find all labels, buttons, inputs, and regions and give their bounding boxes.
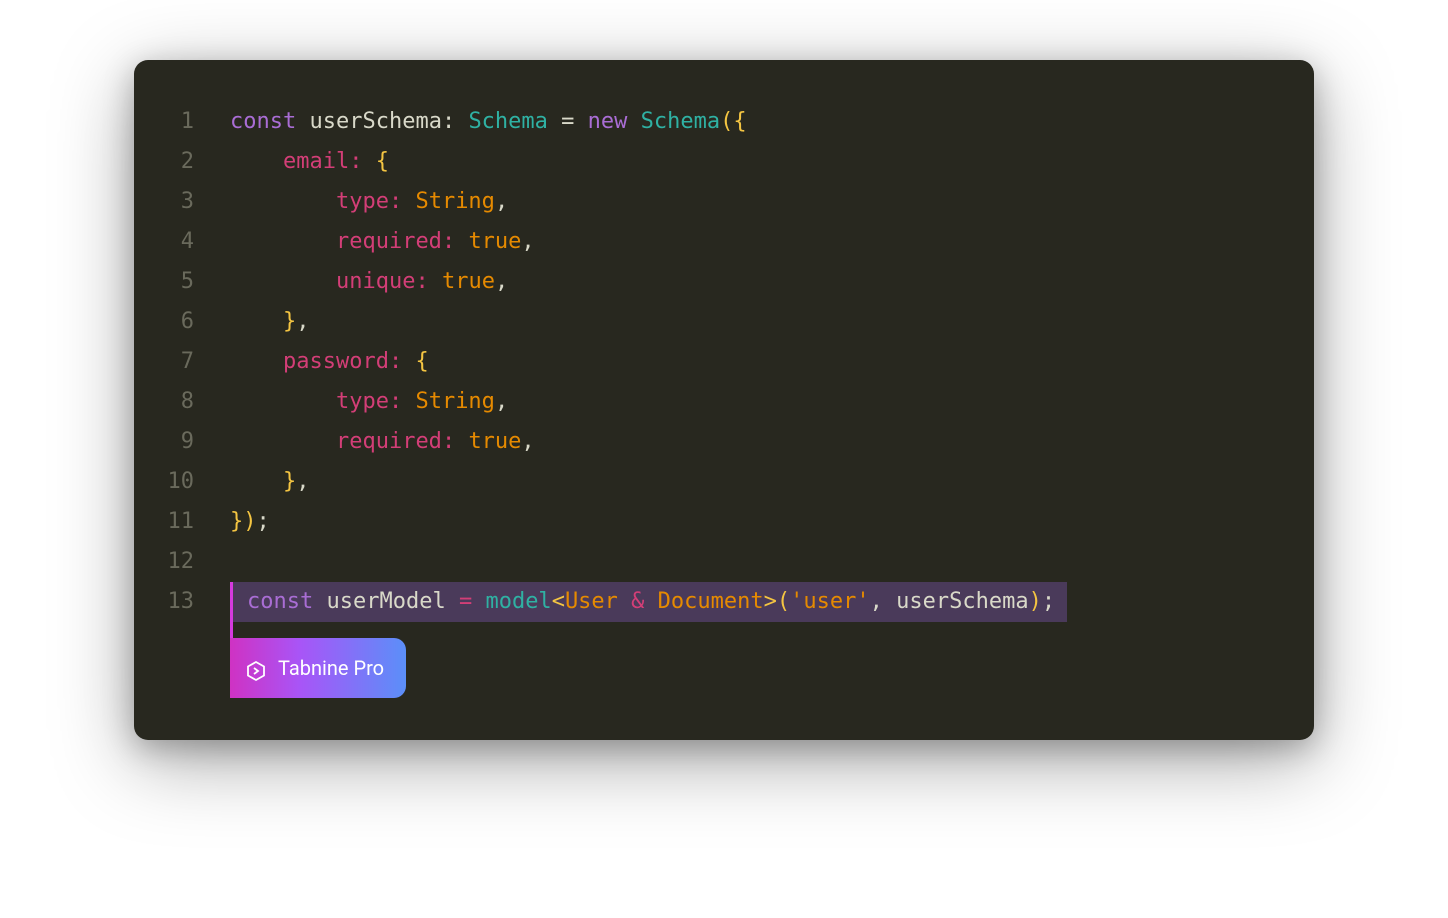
code-content: }); bbox=[230, 502, 1272, 542]
suggestion-box[interactable]: const userModel = model<User & Document>… bbox=[230, 582, 1067, 622]
line-number: 9 bbox=[154, 422, 194, 462]
code-content: unique: true, bbox=[230, 262, 1272, 302]
code-content: email: { bbox=[230, 142, 1272, 182]
code-content: password: { bbox=[230, 342, 1272, 382]
code-line[interactable]: 1 const userSchema: Schema = new Schema({ bbox=[154, 102, 1272, 142]
line-number: 11 bbox=[154, 502, 194, 542]
code-content: required: true, bbox=[230, 222, 1272, 262]
code-content: }, bbox=[230, 302, 1272, 342]
line-number: 10 bbox=[154, 462, 194, 502]
line-number: 4 bbox=[154, 222, 194, 262]
line-number: 2 bbox=[154, 142, 194, 182]
badge-label: Tabnine Pro bbox=[278, 648, 384, 688]
code-content: type: String, bbox=[230, 182, 1272, 222]
line-number: 13 bbox=[154, 582, 194, 622]
code-line[interactable]: 2 email: { bbox=[154, 142, 1272, 182]
code-content: const userSchema: Schema = new Schema({ bbox=[230, 102, 1272, 142]
code-line[interactable]: 5 unique: true, bbox=[154, 262, 1272, 302]
code-line[interactable]: 12 bbox=[154, 542, 1272, 582]
code-content: required: true, bbox=[230, 422, 1272, 462]
code-editor: 1 const userSchema: Schema = new Schema({… bbox=[134, 60, 1314, 740]
code-line[interactable]: 8 type: String, bbox=[154, 382, 1272, 422]
line-number: 8 bbox=[154, 382, 194, 422]
line-number: 12 bbox=[154, 542, 194, 582]
code-area[interactable]: 1 const userSchema: Schema = new Schema({… bbox=[154, 102, 1272, 698]
code-line[interactable]: 4 required: true, bbox=[154, 222, 1272, 262]
code-line[interactable]: 10 }, bbox=[154, 462, 1272, 502]
code-line[interactable]: 7 password: { bbox=[154, 342, 1272, 382]
tabnine-icon bbox=[244, 656, 268, 680]
line-number: 1 bbox=[154, 102, 194, 142]
code-content: type: String, bbox=[230, 382, 1272, 422]
code-line[interactable]: 3 type: String, bbox=[154, 182, 1272, 222]
code-line[interactable]: 11}); bbox=[154, 502, 1272, 542]
code-line[interactable]: 6 }, bbox=[154, 302, 1272, 342]
suggestion-line[interactable]: 13 const userModel = model<User & Docume… bbox=[154, 582, 1272, 622]
line-number: 3 bbox=[154, 182, 194, 222]
line-number: 7 bbox=[154, 342, 194, 382]
code-content: }, bbox=[230, 462, 1272, 502]
line-number: 5 bbox=[154, 262, 194, 302]
tabnine-badge[interactable]: Tabnine Pro bbox=[230, 638, 406, 698]
line-number: 6 bbox=[154, 302, 194, 342]
code-line[interactable]: 9 required: true, bbox=[154, 422, 1272, 462]
